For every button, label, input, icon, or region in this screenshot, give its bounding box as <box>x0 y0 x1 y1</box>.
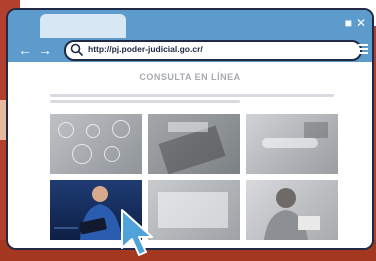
search-icon <box>70 43 84 57</box>
tile-documents[interactable] <box>148 180 240 240</box>
sleeve <box>304 122 328 138</box>
window-controls: ■ ✕ <box>341 16 366 30</box>
woman-reading <box>264 188 320 240</box>
mouse-cursor-icon <box>121 209 153 256</box>
page-title: CONSULTA EN LÍNEA <box>139 72 241 82</box>
address-url[interactable]: http://pj.poder-judicial.go.cr/ <box>88 44 203 54</box>
arrow-right-icon[interactable]: → <box>38 41 52 59</box>
plus-icon[interactable]: + <box>137 16 145 29</box>
handshake-hands <box>262 138 318 148</box>
tile-woman-reading[interactable] <box>246 180 338 240</box>
paper-sheet <box>168 122 208 132</box>
arrow-left-icon[interactable]: ← <box>18 41 32 59</box>
intro-text-line <box>50 94 334 97</box>
page-content: CONSULTA EN LÍNEA <box>8 62 372 248</box>
globe-icon <box>72 144 92 164</box>
gear-icon <box>104 146 120 162</box>
network-icon <box>58 122 74 138</box>
hamburger-menu-icon[interactable] <box>358 44 368 54</box>
tab-bar: + ■ ✕ <box>8 10 372 38</box>
browser-window: + ■ ✕ ← → http://pj.poder-judicial.go.cr/… <box>6 8 374 250</box>
service-tile-grid <box>50 114 338 248</box>
document-stack <box>158 192 228 228</box>
browser-toolbar: ← → http://pj.poder-judicial.go.cr/ <box>8 38 372 62</box>
screenshot-stage: + ■ ✕ ← → http://pj.poder-judicial.go.cr/… <box>0 0 376 261</box>
shield-icon <box>112 120 130 138</box>
tile-handshake[interactable] <box>246 114 338 174</box>
cloud-icon <box>86 124 100 138</box>
restore-icon[interactable]: ■ <box>345 16 352 30</box>
close-icon[interactable]: ✕ <box>356 16 366 30</box>
calculator-body <box>158 125 226 174</box>
browser-tab[interactable]: + <box>40 14 145 38</box>
intro-text-line <box>50 100 240 103</box>
tile-calculator[interactable] <box>148 114 240 174</box>
address-bar[interactable]: http://pj.poder-judicial.go.cr/ <box>64 40 362 61</box>
tile-tech-icons[interactable] <box>50 114 142 174</box>
